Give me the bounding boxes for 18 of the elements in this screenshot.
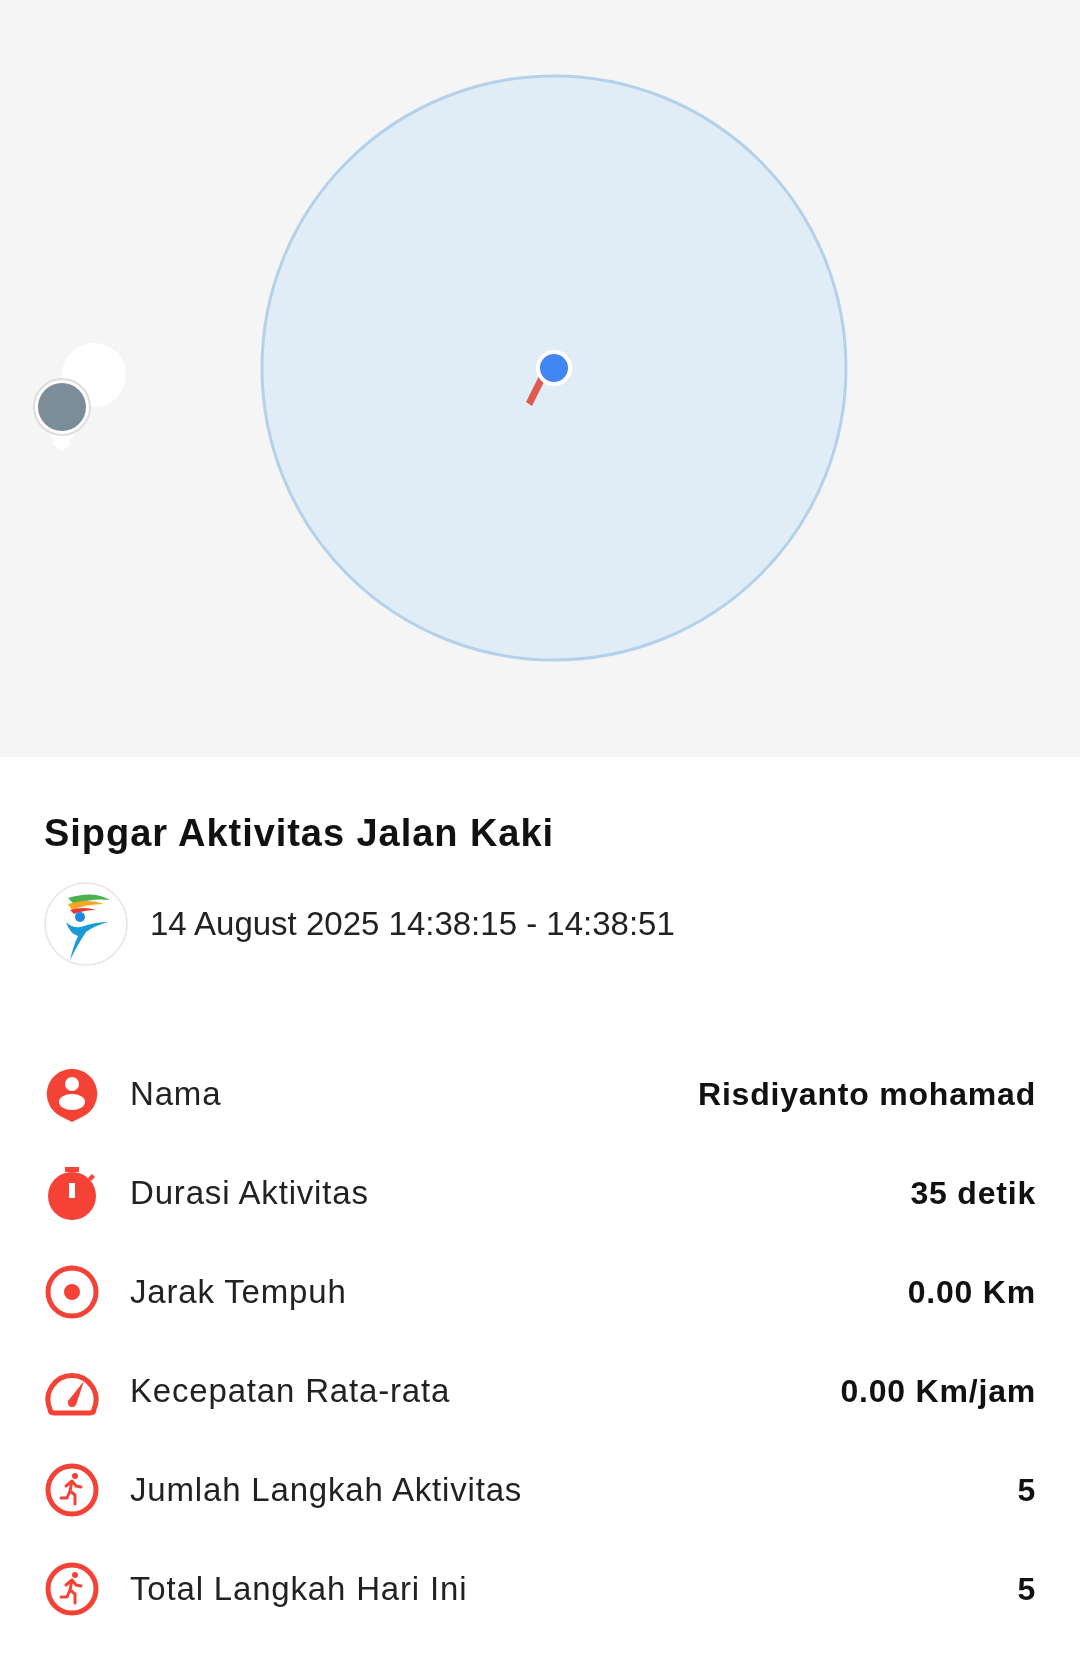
- stat-value: 5: [1017, 1569, 1036, 1609]
- stat-value: Risdiyanto mohamad: [698, 1074, 1036, 1114]
- stat-value: 0.00 Km/jam: [840, 1371, 1036, 1411]
- stat-label: Total Langkah Hari Ini: [130, 1568, 468, 1609]
- stat-label: Kecepatan Rata-rata: [130, 1370, 451, 1411]
- stat-label: Jarak Tempuh: [130, 1271, 347, 1312]
- stat-value: 5: [1017, 1470, 1036, 1510]
- stat-label: Jumlah Langkah Aktivitas: [130, 1469, 523, 1510]
- logo-icon: [44, 882, 128, 966]
- running-icon: [44, 1560, 100, 1617]
- running-icon: [44, 1461, 100, 1518]
- stat-label: Nama: [130, 1073, 222, 1114]
- activity-time: 14 August 2025 14:38:15 - 14:38:51: [150, 904, 675, 945]
- target-icon: [44, 1263, 100, 1320]
- stat-value: 35 detik: [910, 1173, 1036, 1213]
- stat-label: Durasi Aktivitas: [130, 1172, 369, 1213]
- activity-title: Sipgar Aktivitas Jalan Kaki: [44, 811, 555, 856]
- stat-value: 0.00 Km: [907, 1272, 1036, 1312]
